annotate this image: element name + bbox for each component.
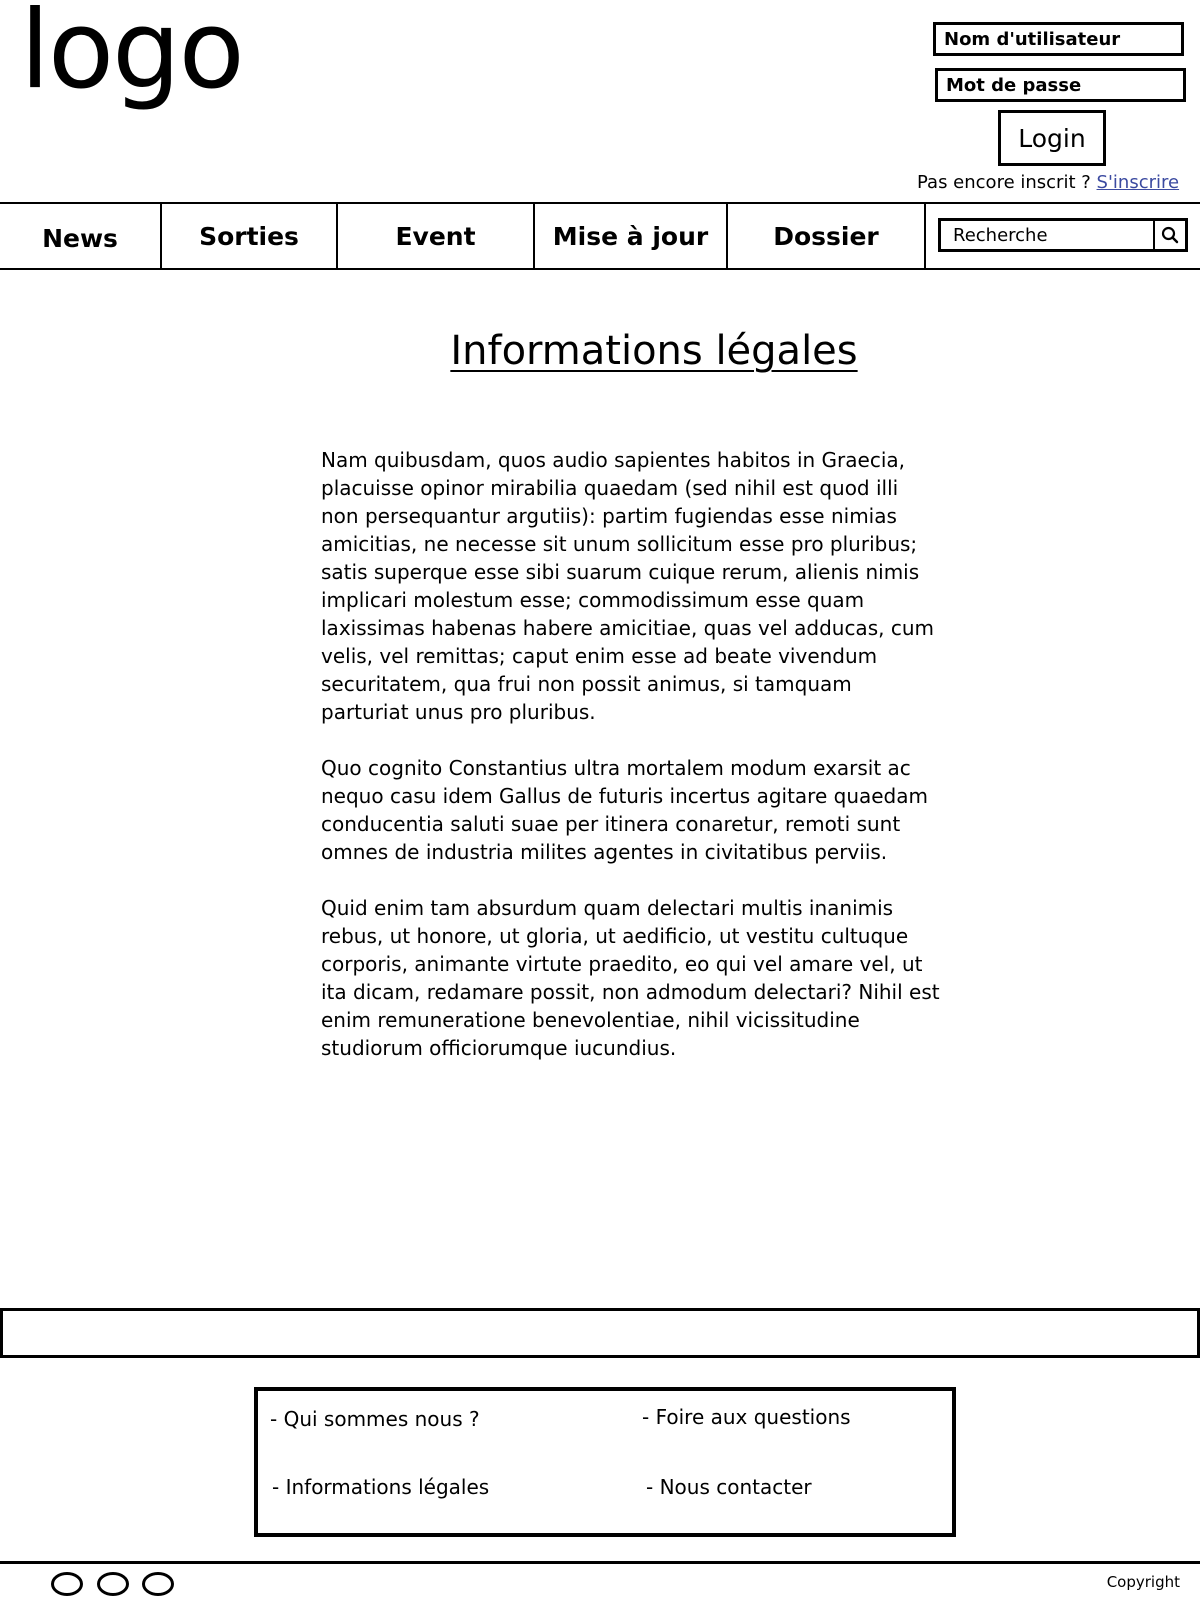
tab-mise-a-jour[interactable]: Mise à jour: [535, 204, 728, 268]
tab-sorties[interactable]: Sorties: [162, 204, 338, 268]
signup-prompt-row: Pas encore inscrit ? S'inscrire: [917, 172, 1179, 193]
tab-news[interactable]: News: [0, 204, 162, 268]
signup-link[interactable]: S'inscrire: [1097, 172, 1180, 193]
social-circle-icon[interactable]: [51, 1572, 83, 1596]
legal-text: Nam quibusdam, quos audio sapientes habi…: [321, 446, 941, 1090]
paragraph: Quo cognito Constantius ultra mortalem m…: [321, 756, 928, 864]
footer-link-qui-sommes-nous[interactable]: - Qui sommes nous ?: [270, 1407, 480, 1431]
search-icon: [1161, 226, 1179, 244]
footer-band: [0, 1308, 1200, 1358]
paragraph: Quid enim tam absurdum quam delectari mu…: [321, 896, 940, 1060]
search-button[interactable]: [1155, 221, 1185, 249]
footer-link-informations-legales[interactable]: - Informations légales: [272, 1475, 489, 1499]
search-input[interactable]: [941, 221, 1155, 249]
login-button[interactable]: Login: [998, 110, 1106, 166]
copyright: Copyright: [1106, 1573, 1180, 1591]
footer-link-faq[interactable]: - Foire aux questions: [642, 1405, 851, 1429]
signup-prompt: Pas encore inscrit ?: [917, 172, 1091, 193]
password-field[interactable]: [935, 68, 1186, 102]
page-title-text: Informations légales: [450, 328, 858, 374]
page-title: Informations légales: [0, 328, 1200, 374]
tab-event[interactable]: Event: [338, 204, 535, 268]
bottom-bar: Copyright: [0, 1561, 1200, 1611]
logo: logo: [20, 0, 245, 113]
social-circle-icon[interactable]: [97, 1572, 129, 1596]
footer-links-box: - Qui sommes nous ? - Foire aux question…: [254, 1387, 956, 1537]
tab-dossier[interactable]: Dossier: [728, 204, 926, 268]
username-field[interactable]: [933, 22, 1184, 56]
footer-link-nous-contacter[interactable]: - Nous contacter: [646, 1475, 812, 1499]
paragraph: Nam quibusdam, quos audio sapientes habi…: [321, 448, 934, 724]
social-circle-icon[interactable]: [142, 1572, 174, 1596]
search-box: [938, 218, 1188, 252]
